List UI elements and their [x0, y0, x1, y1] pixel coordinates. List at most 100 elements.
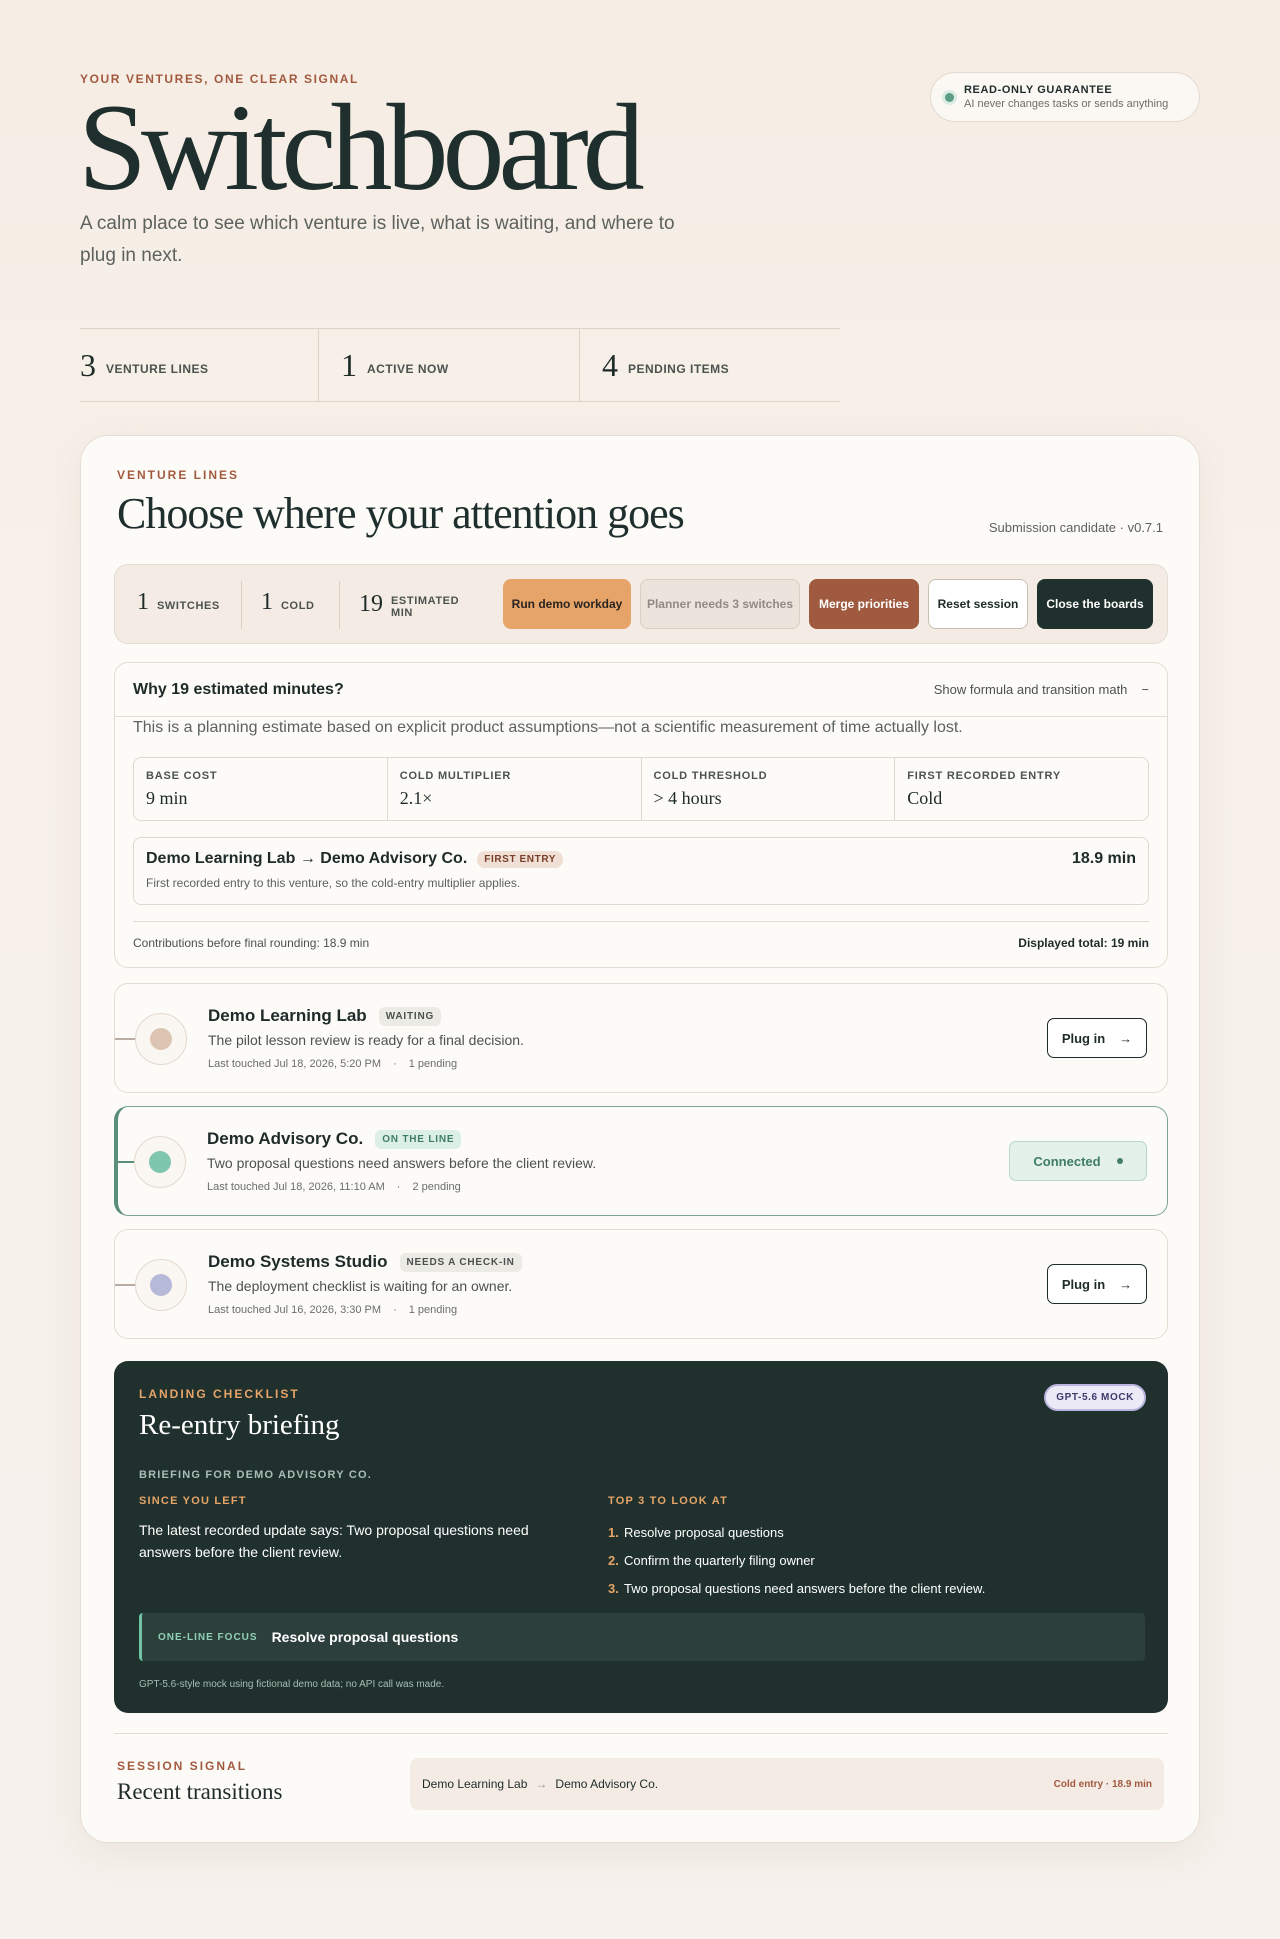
summary-stats: 3 VENTURE LINES 1 ACTIVE NOW 4 PENDING I…	[80, 328, 840, 402]
since-text: The latest recorded update says: Two pro…	[139, 1522, 529, 1560]
switches-label: SWITCHES	[157, 599, 220, 612]
venture-meta: Last touched Jul 18, 2026, 11:10 AM · 2 …	[207, 1181, 461, 1193]
param-base-cost: BASE COST 9 min	[134, 758, 388, 820]
formula-panel: Why 19 estimated minutes? Show formula a…	[114, 662, 1168, 968]
stat-value: 3	[80, 346, 96, 383]
transition-from: Demo Learning Lab	[146, 850, 296, 867]
plug-in-button[interactable]: Plug in →	[1047, 1264, 1147, 1304]
briefing-title: Re-entry briefing	[139, 1409, 340, 1441]
stat-active-now: 1 ACTIVE NOW	[319, 329, 580, 401]
read-only-guarantee-badge: READ-ONLY GUARANTEE AI never changes tas…	[930, 72, 1200, 122]
top-items-list: 1. Resolve proposal questions 2. Confirm t…	[608, 1519, 985, 1603]
transition-tag: Cold entry · 18.9 min	[1053, 1778, 1152, 1790]
last-touched: Last touched Jul 18, 2026, 11:10 AM	[207, 1181, 385, 1193]
last-touched: Last touched Jul 18, 2026, 5:20 PM	[208, 1058, 382, 1070]
pending-count: 1 pending	[408, 1304, 458, 1316]
status-badge: WAITING	[378, 1006, 442, 1026]
line-connector	[115, 1284, 137, 1286]
run-demo-workday-button[interactable]: Run demo workday	[503, 579, 631, 629]
venture-lines-card: VENTURE LINES Choose where your attentio…	[80, 435, 1200, 1843]
connected-status: Connected	[1009, 1141, 1147, 1181]
venture-meta: Last touched Jul 18, 2026, 5:20 PM · 1 p…	[208, 1058, 457, 1070]
param-cold-threshold: COLD THRESHOLD > 4 hours	[642, 758, 896, 820]
contributions-text: Contributions before final rounding: 18.…	[133, 936, 370, 950]
formula-intro: This is a planning estimate based on exp…	[133, 719, 963, 736]
formula-header[interactable]: Why 19 estimated minutes? Show formula a…	[115, 663, 1167, 717]
stat-label: PENDING ITEMS	[628, 362, 730, 376]
session-eyebrow: SESSION SIGNAL	[117, 1759, 248, 1773]
page-subtitle: A calm place to see which venture is liv…	[80, 213, 675, 266]
transition-detail: Demo Learning Lab → Demo Advisory Co. FI…	[133, 837, 1149, 905]
planner-button[interactable]: Planner needs 3 switches	[640, 579, 800, 629]
status-dot-icon	[945, 92, 954, 102]
venture-name: Demo Systems Studio	[208, 1252, 388, 1271]
switches-count: 1 SWITCHES	[137, 589, 220, 616]
line-connector	[115, 1038, 137, 1040]
merge-priorities-button[interactable]: Merge priorities	[809, 579, 919, 629]
transition-to: Demo Advisory Co.	[555, 1777, 659, 1791]
top-heading: TOP 3 TO LOOK AT	[608, 1495, 729, 1507]
reset-session-button[interactable]: Reset session	[928, 579, 1028, 629]
estimated-minutes: 19 ESTIMATED MIN	[359, 589, 471, 620]
venture-row-advisory-co: Demo Advisory Co. ON THE LINE Two propos…	[114, 1106, 1168, 1216]
param-key: FIRST RECORDED ENTRY	[907, 770, 1061, 782]
transition-note: First recorded entry to this venture, so…	[146, 876, 521, 890]
stat-venture-lines: 3 VENTURE LINES	[80, 329, 319, 401]
status-badge: NEEDS A CHECK-IN	[399, 1252, 522, 1272]
venture-row-systems-studio: Demo Systems Studio NEEDS A CHECK-IN The…	[114, 1229, 1168, 1339]
venture-indicator-icon	[135, 1259, 187, 1311]
connected-label: Connected	[1033, 1153, 1101, 1169]
guarantee-title: READ-ONLY GUARANTEE	[964, 84, 1113, 96]
version-label: Submission candidate · v0.7.1	[988, 520, 1163, 535]
venture-description: Two proposal questions need answers befo…	[207, 1155, 597, 1171]
formula-toggle[interactable]: Show formula and transition math −	[934, 682, 1149, 697]
stat-label: VENTURE LINES	[106, 362, 209, 376]
param-value: 9 min	[146, 788, 188, 808]
switches-value: 1	[137, 589, 149, 615]
reentry-briefing-panel: LANDING CHECKLIST Re-entry briefing GPT-…	[114, 1361, 1168, 1713]
param-value: Cold	[907, 788, 943, 808]
venture-name: Demo Learning Lab	[208, 1006, 367, 1025]
formula-params: BASE COST 9 min COLD MULTIPLIER 2.1× COL…	[133, 757, 1149, 821]
venture-description: The pilot lesson review is ready for a f…	[208, 1032, 524, 1048]
session-title: Recent transitions	[117, 1779, 283, 1804]
focus-label: ONE-LINE FOCUS	[158, 1631, 258, 1643]
stat-value: 4	[602, 346, 618, 383]
last-touched: Last touched Jul 16, 2026, 3:30 PM	[208, 1304, 382, 1316]
param-first-entry: FIRST RECORDED ENTRY Cold	[895, 758, 1148, 820]
model-badge: GPT-5.6 MOCK	[1044, 1384, 1146, 1411]
toolbar-divider	[241, 581, 242, 629]
cold-count: 1 COLD	[261, 589, 315, 616]
venture-indicator-icon	[135, 1013, 187, 1065]
section-title: Choose where your attention goes	[117, 489, 685, 538]
param-key: COLD THRESHOLD	[653, 770, 768, 782]
arrow-right-icon: →	[1119, 1030, 1133, 1046]
venture-row-learning-lab: Demo Learning Lab WAITING The pilot less…	[114, 983, 1168, 1093]
plug-in-button[interactable]: Plug in →	[1047, 1018, 1147, 1058]
venture-indicator-icon	[134, 1136, 186, 1188]
transition-to: Demo Advisory Co.	[320, 850, 468, 867]
estimated-label: ESTIMATED MIN	[391, 595, 460, 619]
list-item: 3. Two proposal questions need answers be…	[608, 1581, 986, 1596]
param-value: > 4 hours	[653, 788, 722, 808]
transition-route: Demo Learning Lab → Demo Advisory Co. FI…	[146, 850, 1136, 868]
page-title: Switchboard	[78, 79, 645, 216]
arrow-right-icon: →	[299, 850, 316, 867]
pending-count: 1 pending	[408, 1058, 458, 1070]
transition-row: Demo Learning Lab → Demo Advisory Co. Co…	[410, 1758, 1164, 1810]
line-connector	[114, 1161, 136, 1163]
guarantee-text: AI never changes tasks or sends anything	[964, 98, 1169, 110]
section-eyebrow: VENTURE LINES	[117, 468, 240, 482]
displayed-total: Displayed total: 19 min	[1018, 936, 1149, 950]
connected-dot-icon	[1116, 1158, 1123, 1164]
venture-name: Demo Advisory Co.	[207, 1129, 364, 1148]
cold-label: COLD	[281, 599, 315, 612]
plug-in-label: Plug in	[1061, 1030, 1106, 1046]
meta-separator: ·	[393, 1058, 397, 1070]
collapse-icon[interactable]: −	[1141, 682, 1149, 697]
param-key: COLD MULTIPLIER	[399, 770, 512, 782]
transition-duration: 18.9 min	[1071, 850, 1136, 867]
venture-description: The deployment checklist is waiting for …	[208, 1278, 513, 1294]
close-boards-button[interactable]: Close the boards	[1037, 579, 1153, 629]
session-toolbar: 1 SWITCHES 1 COLD 19 ESTIMATED MIN Run d…	[114, 564, 1168, 644]
